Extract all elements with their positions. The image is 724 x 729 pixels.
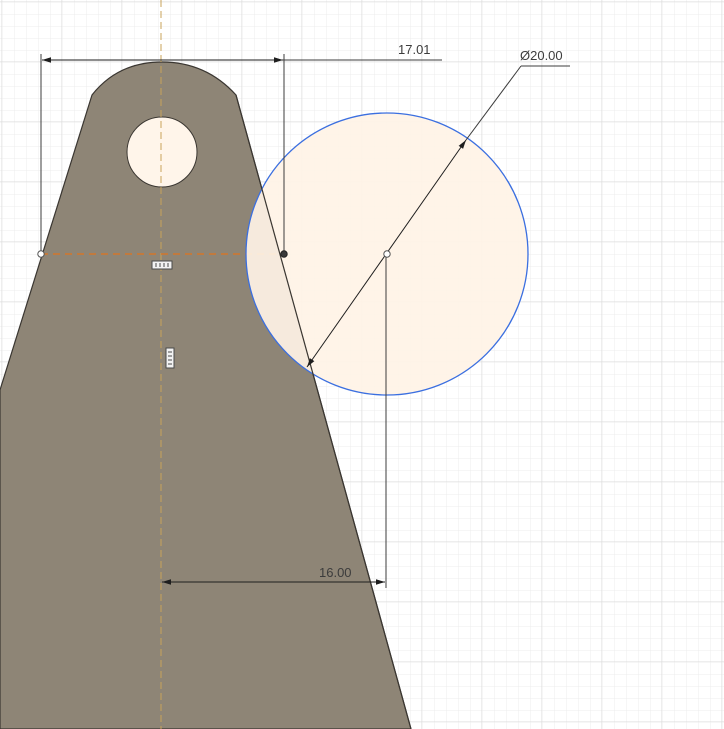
dimension-top-width-value[interactable]: 17.01 bbox=[398, 42, 431, 57]
vertical-constraint-icon[interactable] bbox=[165, 347, 175, 369]
top-hole[interactable] bbox=[126, 116, 198, 188]
dimension-circle-offset-value[interactable]: 16.00 bbox=[319, 565, 352, 580]
sketch-svg[interactable]: 17.01 Ø20.00 16.00 bbox=[0, 0, 724, 729]
dimension-circle-diameter-value[interactable]: Ø20.00 bbox=[520, 48, 563, 63]
horizontal-constraint-icon[interactable] bbox=[151, 260, 173, 270]
circle-center-point[interactable] bbox=[383, 250, 391, 258]
sketch-canvas[interactable]: 17.01 Ø20.00 16.00 bbox=[0, 0, 724, 729]
sketch-point-right[interactable] bbox=[280, 250, 288, 258]
sketch-point-left[interactable] bbox=[37, 250, 45, 258]
